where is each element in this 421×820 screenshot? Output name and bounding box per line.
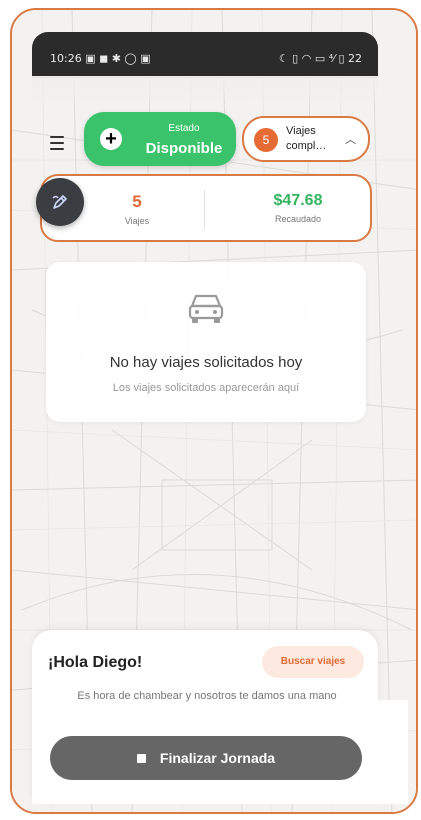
finish-shift-button[interactable]: Finalizar Jornada xyxy=(50,736,362,780)
finish-shift-label: Finalizar Jornada xyxy=(159,750,276,766)
trips-value: 5 xyxy=(132,192,142,211)
stats-divider xyxy=(204,190,205,230)
stats-card: 5 Viajes $47.68 Recaudado xyxy=(40,174,372,242)
collected-label: Recaudado xyxy=(274,214,322,224)
edit-icon xyxy=(52,195,67,209)
greeting-message: Es hora de chambear y nosotros te damos … xyxy=(77,690,337,702)
car-icon xyxy=(188,294,224,323)
status-bar: 10:26 ▣ ◼ ✱ ◯ ▣ ☾ ▯ ◠ ▭ ⁴⁄ ▯ 22 xyxy=(32,32,378,78)
trips-count-badge: 5 xyxy=(254,128,278,152)
completed-trips-label-line1: Viajes xyxy=(286,125,316,137)
estado-toggle-button[interactable]: + Estado Disponible xyxy=(84,112,236,166)
completed-trips-dropdown[interactable]: 5 Viajes compl… ︿ xyxy=(242,116,370,162)
estado-label: Estado xyxy=(168,123,200,134)
plus-icon: + xyxy=(100,128,122,150)
edit-button[interactable] xyxy=(36,178,84,226)
search-trips-button[interactable]: Buscar viajes xyxy=(262,646,364,678)
top-fade xyxy=(32,76,378,106)
empty-state-description: Los viajes solicitados aparecerán aquí xyxy=(112,382,300,394)
stop-icon xyxy=(136,753,146,763)
status-bar-indicators: ☾ ▯ ◠ ▭ ⁴⁄ ▯ 22 xyxy=(278,52,362,65)
collected-stat: $47.68 Recaudado xyxy=(238,176,358,240)
status-bar-time: 10:26 ▣ ◼ ✱ ◯ ▣ xyxy=(50,52,151,65)
chevron-up-icon: ︿ xyxy=(345,134,356,146)
trips-label: Viajes xyxy=(124,216,150,226)
empty-trips-card: No hay viajes solicitados hoy Los viajes… xyxy=(46,262,366,422)
empty-state-title: No hay viajes solicitados hoy xyxy=(109,354,303,371)
hamburger-icon[interactable] xyxy=(46,132,68,154)
completed-trips-label-line2: compl… xyxy=(286,140,327,152)
collected-value: $47.68 xyxy=(273,192,323,209)
estado-value: Disponible xyxy=(145,140,223,157)
trips-stat: 5 Viajes xyxy=(102,176,172,240)
greeting-title: ¡Hola Diego! xyxy=(48,654,143,671)
